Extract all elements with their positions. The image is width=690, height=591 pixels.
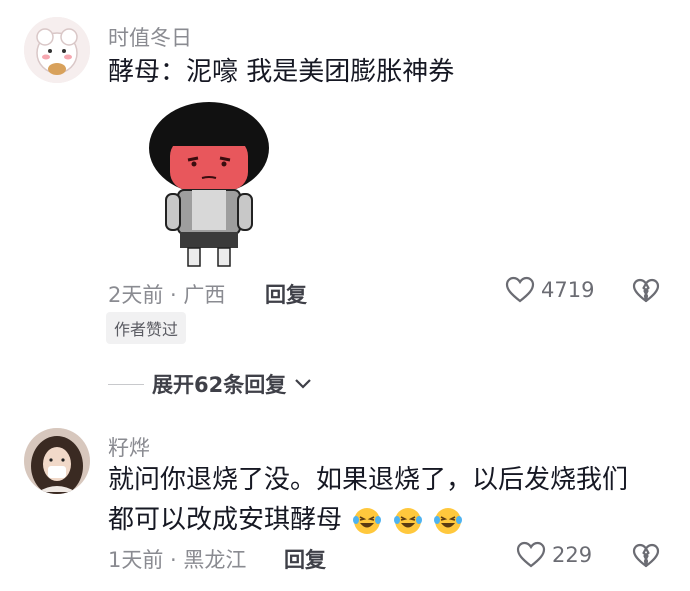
avatar[interactable] <box>24 428 90 494</box>
author-liked-badge: 作者赞过 <box>106 312 187 344</box>
comment-text-line: 就问你退烧了没。如果退烧了，以后发烧我们 <box>108 465 629 495</box>
laughing-tears-emoji-icon <box>433 507 462 534</box>
dislike-button[interactable] <box>632 543 660 573</box>
cartoon-red-face-kid-sticker-icon <box>149 102 269 267</box>
comment-item: 籽烨 就问你退烧了没。如果退烧了，以后发烧我们 都可以改成安琪酵母 1天前 · … <box>0 420 690 591</box>
avatar[interactable] <box>24 17 90 83</box>
heart-icon <box>505 276 535 303</box>
like-count: 229 <box>552 543 593 567</box>
like-button[interactable]: 229 <box>516 541 592 569</box>
reply-button[interactable]: 回复 <box>284 544 326 574</box>
comment-text-line: 都可以改成安琪酵母 <box>108 500 463 541</box>
expand-replies-label: 展开62条回复 <box>152 373 287 397</box>
comment-text-fragment: 都可以改成安琪酵母 <box>108 505 343 535</box>
expand-replies-button[interactable]: 展开62条回复 <box>108 369 312 399</box>
broken-heart-icon <box>632 543 660 568</box>
reply-button[interactable]: 回复 <box>265 279 307 309</box>
comment-meta: 1天前 · 黑龙江 <box>108 548 247 572</box>
comment-item: 时值冬日 酵母：泥嚎 我是美团膨胀神券 2天前 · 广西 回复 4719 作者赞… <box>0 0 690 345</box>
laughing-tears-emoji-icon <box>393 507 422 534</box>
avatar-portrait-icon <box>24 428 90 494</box>
chevron-down-icon <box>295 379 312 389</box>
like-count: 4719 <box>541 278 595 302</box>
comment-meta: 2天前 · 广西 <box>108 283 226 307</box>
like-button[interactable]: 4719 <box>505 276 594 304</box>
divider-line <box>108 383 144 385</box>
username[interactable]: 时值冬日 <box>108 22 192 52</box>
broken-heart-icon <box>632 278 660 303</box>
comment-sticker[interactable] <box>136 98 282 270</box>
dislike-button[interactable] <box>632 278 660 308</box>
heart-icon <box>516 541 546 568</box>
comment-text: 酵母：泥嚎 我是美团膨胀神券 <box>108 57 455 87</box>
laughing-tears-emoji-icon <box>353 507 382 534</box>
avatar-cartoon-icon <box>24 17 90 83</box>
username[interactable]: 籽烨 <box>108 432 150 462</box>
